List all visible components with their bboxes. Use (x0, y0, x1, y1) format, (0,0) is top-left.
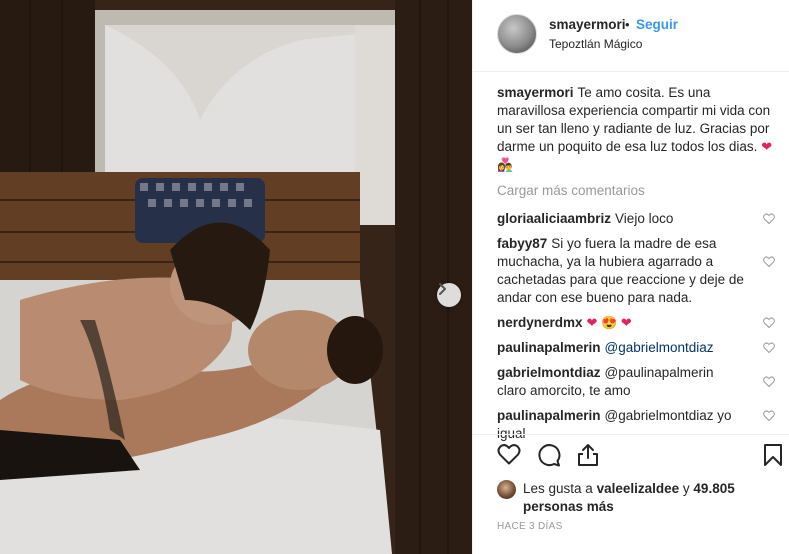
comment-username[interactable]: gabrielmontdiaz (497, 365, 601, 380)
photo-illustration (0, 0, 472, 554)
liker-username[interactable]: valeelizaldee (597, 481, 680, 496)
heart-icon[interactable] (763, 408, 775, 426)
heart-icon[interactable] (763, 315, 775, 333)
comment-item: fabyy87 Si yo fuera la madre de esa mucha… (497, 235, 777, 307)
comment-item: paulinapalmerin @gabrielmontdiaz (497, 339, 777, 357)
comment-text: ❤ 😍 ❤ (586, 315, 632, 330)
load-more-comments-button[interactable]: Cargar más comentarios (497, 183, 777, 198)
heart-icon[interactable] (763, 374, 775, 392)
heart-icon[interactable] (763, 254, 775, 272)
caption-username[interactable]: smayermori (497, 85, 574, 100)
location-link[interactable]: Tepoztlán Mágico (549, 37, 642, 51)
comment-icon (538, 444, 561, 467)
comments-section: smayermori Te amo cosita. Es una maravill… (497, 84, 777, 450)
comment-username[interactable]: paulinapalmerin (497, 408, 601, 423)
comment-text: Viejo loco (615, 211, 674, 226)
save-button[interactable] (763, 443, 783, 470)
separator-dot: • (625, 17, 630, 32)
comment-item: nerdynerdmx ❤ 😍 ❤ (497, 314, 777, 332)
avatar[interactable] (497, 14, 537, 54)
likes-conj: y (682, 481, 690, 496)
heart-icon (497, 444, 521, 465)
follow-button[interactable]: Seguir (636, 17, 678, 32)
post-header: smayermori • Seguir Tepoztlán Mágico (473, 0, 789, 72)
action-bar (473, 434, 789, 476)
comment-item: gloriaaliciaambriz Viejo loco (497, 210, 777, 228)
comment-mention[interactable]: @gabrielmontdiaz (605, 340, 714, 355)
share-button[interactable] (577, 443, 599, 470)
liker-avatar[interactable] (497, 480, 516, 499)
comment-username[interactable]: gloriaaliciaambriz (497, 211, 611, 226)
bookmark-icon (764, 444, 782, 466)
likes-prefix: Les gusta a (523, 481, 593, 496)
heart-icon[interactable] (763, 211, 775, 229)
like-button[interactable] (497, 443, 521, 468)
likes-text: Les gusta a valeelizaldee y 49.805 perso… (523, 480, 773, 516)
heart-icon[interactable] (763, 340, 775, 358)
post-photo[interactable] (0, 0, 472, 554)
comment-item: gabrielmontdiaz @paulinapalmerin claro am… (497, 364, 777, 400)
share-icon (578, 444, 598, 466)
comment-username[interactable]: nerdynerdmx (497, 315, 583, 330)
comment-username[interactable]: paulinapalmerin (497, 340, 601, 355)
chevron-right-icon (439, 283, 446, 295)
comment-username[interactable]: fabyy87 (497, 236, 547, 251)
post-caption: smayermori Te amo cosita. Es una maravill… (497, 84, 777, 174)
post-sidebar: smayermori • Seguir Tepoztlán Mágico sma… (472, 0, 789, 554)
author-username[interactable]: smayermori (549, 17, 626, 32)
comment-button[interactable] (537, 443, 561, 470)
next-photo-button[interactable] (437, 283, 461, 307)
post-timestamp[interactable]: HACE 3 DÍAS (497, 521, 563, 532)
